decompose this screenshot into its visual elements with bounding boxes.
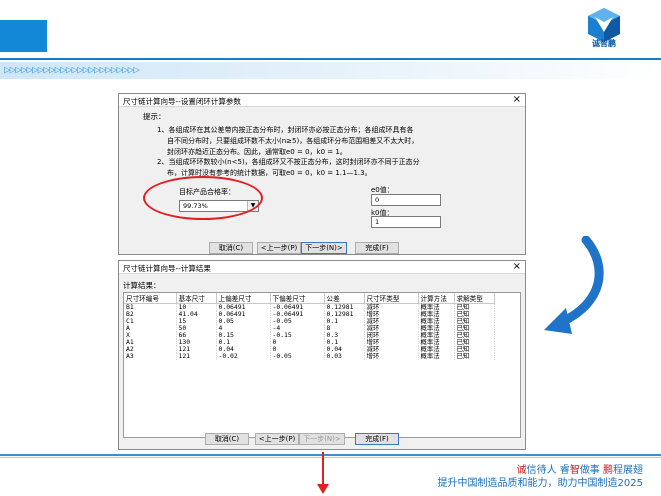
chevron-arrows-icon: ▷▷▷▷▷▷▷▷▷▷▷▷▷▷▷▷▷▷▷▷▷▷▷▷ xyxy=(4,63,140,76)
highlight-oval xyxy=(143,176,263,220)
k0-value: 1 xyxy=(375,218,380,226)
next-button[interactable]: 下一步(N)> xyxy=(301,242,347,254)
header-divider xyxy=(0,58,661,60)
cell: 增环 xyxy=(364,353,419,360)
prev-button[interactable]: <上一步(P) xyxy=(257,242,301,254)
finish-button[interactable]: 完成(F) xyxy=(355,242,399,254)
hint-line: 2、当组成环环数较小(n<5)，各组成环又不按正态分布，这时封闭环亦不同于正态分 xyxy=(157,158,420,166)
col-header[interactable]: 下偏差尺寸 xyxy=(270,293,325,304)
cell: 121 xyxy=(176,353,217,360)
blue-curved-arrow-icon xyxy=(544,236,604,334)
finish-button[interactable]: 完成(F) xyxy=(355,433,399,445)
e0-input[interactable]: 0 xyxy=(371,194,441,206)
cell: 0.03 xyxy=(324,353,365,360)
prev-button[interactable]: <上一步(P) xyxy=(255,433,299,445)
close-icon[interactable]: × xyxy=(513,94,521,106)
cancel-button[interactable]: 取消(C) xyxy=(205,433,249,445)
cell: -0.05 xyxy=(270,353,325,360)
col-header[interactable]: 上偏差尺寸 xyxy=(216,293,271,304)
dialog-titlebar[interactable]: 尺寸链计算向导--设置闭环计算参数 × xyxy=(119,94,525,107)
hint-line: 1、各组成环在其公差带内按正态分布时，封闭环亦必按正态分布；各组成环具有各 xyxy=(157,126,414,134)
header-blue-block xyxy=(0,20,47,52)
footer-divider-thin xyxy=(0,457,661,458)
cell: A xyxy=(124,325,177,332)
col-header[interactable]: 尺寸环编号 xyxy=(124,293,177,304)
cancel-button[interactable]: 取消(C) xyxy=(209,242,253,254)
chevron-banner: ▷▷▷▷▷▷▷▷▷▷▷▷▷▷▷▷▷▷▷▷▷▷▷▷ xyxy=(0,62,661,79)
logo-text: 诚智鹏 xyxy=(592,39,616,48)
cell: 0.05 xyxy=(216,318,271,325)
footer-divider xyxy=(0,454,661,456)
col-header[interactable]: 尺寸环类型 xyxy=(364,293,419,304)
col-header[interactable]: 公差 xyxy=(324,293,365,304)
red-down-arrow-icon xyxy=(317,452,329,494)
cell: C1 xyxy=(124,318,177,325)
col-header[interactable]: 基本尺寸 xyxy=(176,293,217,304)
cell: -0.02 xyxy=(216,353,271,360)
footer-slogan-2: 提升中国制造品质和能力，助力中国制造2025 xyxy=(437,478,643,489)
cell: A3 xyxy=(124,353,177,360)
closed-loop-params-dialog: 尺寸链计算向导--设置闭环计算参数 × 提示： 1、各组成环在其公差带内按正态分… xyxy=(118,93,526,255)
cell: -0.15 xyxy=(270,332,325,339)
next-button[interactable]: 下一步(N)> xyxy=(299,433,345,445)
col-header[interactable]: 计算方法 xyxy=(418,293,455,304)
hint-line: 封闭环亦趋近正态分布。因此，通常取e0 = 0，k0 = 1。 xyxy=(167,148,347,156)
close-icon[interactable]: × xyxy=(513,261,521,273)
cell: 0 xyxy=(270,339,325,346)
calc-results-dialog: 尺寸链计算向导--计算结果 × 计算结果： 尺寸环编号 基本尺寸 上偏差尺寸 下… xyxy=(118,260,526,450)
dialog-title: 尺寸链计算向导--设置闭环计算参数 xyxy=(123,97,241,106)
col-header[interactable]: 求解类型 xyxy=(454,293,495,304)
cell: 0.1 xyxy=(324,318,365,325)
cell: 概率法 xyxy=(418,353,455,360)
hint-line: 自不同分布时，只要组成环数不太小(n≥5)，各组成环分布范围相差又不太大时， xyxy=(167,137,419,145)
results-table[interactable]: 尺寸环编号 基本尺寸 上偏差尺寸 下偏差尺寸 公差 尺寸环类型 计算方法 求解类… xyxy=(123,292,521,438)
hint-label: 提示： xyxy=(143,112,166,121)
dialog-title: 尺寸链计算向导--计算结果 xyxy=(123,264,211,273)
e0-value: 0 xyxy=(375,196,380,204)
table-header-row: 尺寸环编号 基本尺寸 上偏差尺寸 下偏差尺寸 公差 尺寸环类型 计算方法 求解类… xyxy=(124,293,495,304)
cell: 已知 xyxy=(454,353,495,360)
dialog-titlebar[interactable]: 尺寸链计算向导--计算结果 × xyxy=(119,261,525,274)
k0-input[interactable]: 1 xyxy=(371,216,441,228)
table-row[interactable]: A3 121 -0.02 -0.05 0.03 增环 概率法 已知 xyxy=(124,353,495,360)
results-label: 计算结果： xyxy=(123,281,161,290)
